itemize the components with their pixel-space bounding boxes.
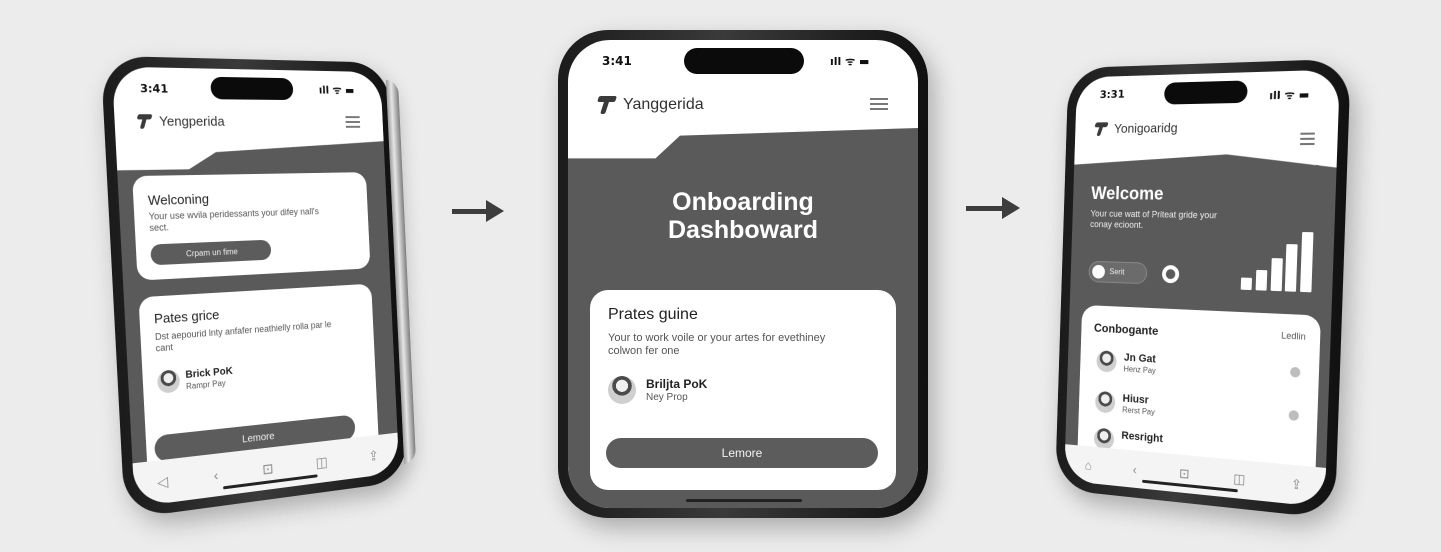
status-dot-icon (1289, 366, 1301, 378)
avatar (608, 376, 636, 404)
share-icon[interactable]: ⊡ (1179, 466, 1190, 483)
brand-logo-icon (598, 96, 616, 114)
person-name: Hiusr (1122, 392, 1149, 407)
arrow-shaft (966, 205, 1002, 211)
signal-icons: ıll ᯤ ▬ (318, 83, 355, 97)
toggle-switch[interactable]: Serit (1088, 260, 1148, 285)
dynamic-island (1163, 80, 1248, 105)
welcome-title: Welcome (1090, 183, 1164, 204)
welcome-card-button[interactable]: Crpam un fime (150, 239, 272, 266)
person-role: Ney Prop (646, 392, 688, 403)
avatar (1094, 390, 1116, 414)
welcome-card: Welconing Your use wvila peridessants yo… (132, 172, 371, 281)
brand-logo-icon (137, 114, 152, 129)
back-icon[interactable]: ◁ (157, 472, 169, 491)
level-bar (1270, 258, 1283, 292)
status-time: 3:31 (1099, 87, 1125, 102)
chevron-left-icon[interactable]: ‹ (1133, 462, 1137, 477)
phone-left-screen: 3:41 ıll ᯤ ▬ Yengperida Welconing Your u… (111, 66, 400, 508)
signal-icons: ıll ᯤ ▬ (830, 55, 870, 68)
flow-arrow-1 (452, 200, 504, 222)
signal-icons: ıll ᯤ ▬ (1269, 88, 1310, 103)
brand-name: Yengperida (158, 113, 225, 129)
flow-arrow-2 (966, 197, 1020, 219)
brand-name: Yonigoaridg (1113, 120, 1178, 136)
list-title: Conbogante (1093, 320, 1159, 338)
avatar (156, 369, 181, 394)
avatar (1096, 350, 1117, 373)
tabs-icon[interactable]: ⇪ (1291, 476, 1303, 494)
level-bar (1240, 277, 1253, 291)
phone-right: 3:31 ıll ᯤ ▬ Yonigoaridg Welcome Your cu… (1054, 58, 1351, 519)
hero-title-line2: Dashboward (667, 216, 819, 244)
welcome-body: Your cue watt of Priteat gride your cona… (1090, 208, 1218, 230)
home-icon[interactable]: ⌂ (1084, 457, 1092, 472)
status-dot-icon (1288, 409, 1300, 422)
person-name: Brick PoK (185, 365, 233, 382)
phone-center-screen: 3:41 ıll ᯤ ▬ Yanggerida Onboarding Dashb… (568, 40, 918, 508)
bar-chart-icon (1240, 231, 1314, 293)
guide-card-body: Your to work voile or your artes for eve… (608, 332, 826, 357)
guide-card-title: Prates guine (608, 306, 698, 323)
toggle-label: Serit (1109, 267, 1125, 277)
person-name: Resright (1121, 429, 1164, 446)
dynamic-island (684, 48, 804, 74)
chevron-left-icon[interactable]: ‹ (213, 467, 218, 484)
brand-logo-icon (1095, 122, 1108, 136)
hamburger-menu-icon[interactable] (1300, 132, 1315, 146)
share-icon[interactable]: ⊡ (262, 460, 274, 478)
list-item[interactable]: Jn Gat Henz Pay (1092, 346, 1305, 393)
bookmarks-icon[interactable]: ◫ (315, 453, 328, 471)
arrow-right-icon (486, 200, 504, 222)
guide-card-title: Pates grice (153, 306, 220, 327)
level-bar (1255, 269, 1268, 291)
status-time: 3:41 (139, 81, 169, 96)
phone-left: 3:41 ıll ᯤ ▬ Yengperida Welconing Your u… (100, 55, 417, 519)
welcome-card-body: Your use wvila peridessants your difey n… (148, 206, 320, 234)
phone-center: 3:41 ıll ᯤ ▬ Yanggerida Onboarding Dashb… (558, 30, 928, 518)
brand: Yengperida (137, 113, 225, 129)
hamburger-menu-icon[interactable] (345, 116, 361, 128)
brand-name: Yanggerida (623, 96, 704, 113)
home-indicator (686, 499, 802, 502)
arrow-right-icon (1002, 197, 1020, 219)
toggle-knob-icon (1092, 264, 1106, 279)
bookmarks-icon[interactable]: ◫ (1233, 471, 1246, 488)
phone-right-screen: 3:31 ıll ᯤ ▬ Yonigoaridg Welcome Your cu… (1064, 69, 1341, 508)
level-bar (1300, 231, 1314, 293)
tabs-icon[interactable]: ⇪ (368, 447, 379, 465)
brand: Yanggerida (598, 96, 704, 114)
person-role: Henz Pay (1123, 364, 1156, 376)
status-time: 3:41 (602, 54, 632, 68)
level-bar (1284, 244, 1298, 292)
person-name: Jn Gat (1123, 351, 1156, 366)
welcome-card-title: Welconing (147, 191, 210, 209)
guide-card: Prates guine Your to work voile or your … (590, 290, 896, 490)
dynamic-island (210, 76, 294, 101)
brand: Yonigoaridg (1095, 120, 1178, 136)
learn-more-button[interactable]: Lemore (606, 438, 878, 468)
list-action-link[interactable]: Ledlin (1281, 330, 1306, 342)
arrow-shaft (452, 208, 486, 214)
hero-title-line1: Onboarding (672, 188, 814, 216)
person-name: Briljta PoK (646, 377, 708, 391)
hamburger-menu-icon[interactable] (870, 98, 888, 110)
person-role: Rerst Pay (1122, 405, 1155, 417)
